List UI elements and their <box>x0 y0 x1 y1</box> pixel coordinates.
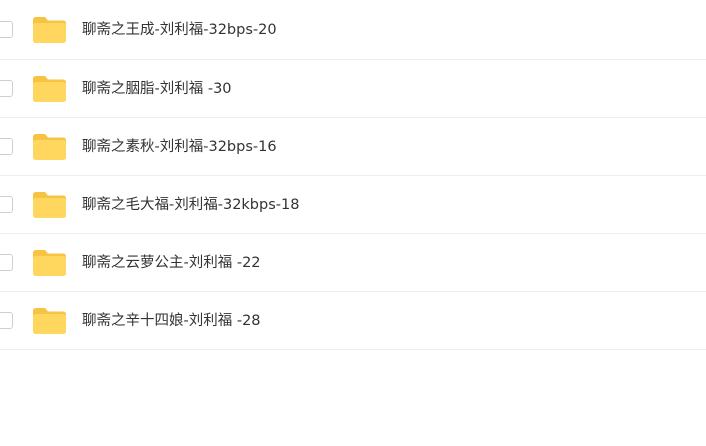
list-item[interactable]: 聊斋之素秋-刘利福-32bps-16 <box>0 118 706 176</box>
row-checkbox[interactable] <box>0 195 13 213</box>
file-name[interactable]: 聊斋之云萝公主-刘利福 -22 <box>82 254 261 272</box>
folder-icon <box>33 75 66 102</box>
list-item[interactable]: 聊斋之胭脂-刘利福 -30 <box>0 60 706 118</box>
row-checkbox[interactable] <box>0 137 13 155</box>
list-item[interactable]: 聊斋之毛大福-刘利福-32kbps-18 <box>0 176 706 234</box>
list-item[interactable]: 聊斋之王成-刘利福-32bps-20 <box>0 0 706 60</box>
list-item[interactable]: 聊斋之辛十四娘-刘利福 -28 <box>0 292 706 350</box>
folder-icon <box>33 249 66 276</box>
file-name[interactable]: 聊斋之毛大福-刘利福-32kbps-18 <box>82 196 299 214</box>
row-checkbox[interactable] <box>0 253 13 271</box>
file-list: 聊斋之王成-刘利福-32bps-20 聊斋之胭脂-刘利福 -30 聊斋之素秋-刘… <box>0 0 706 350</box>
file-name[interactable]: 聊斋之胭脂-刘利福 -30 <box>82 80 232 98</box>
folder-icon <box>33 16 66 43</box>
file-name[interactable]: 聊斋之辛十四娘-刘利福 -28 <box>82 312 261 330</box>
list-item[interactable]: 聊斋之云萝公主-刘利福 -22 <box>0 234 706 292</box>
folder-icon <box>33 191 66 218</box>
folder-icon <box>33 307 66 334</box>
file-name[interactable]: 聊斋之王成-刘利福-32bps-20 <box>82 21 277 39</box>
file-name[interactable]: 聊斋之素秋-刘利福-32bps-16 <box>82 138 277 156</box>
folder-icon <box>33 133 66 160</box>
row-checkbox[interactable] <box>0 311 13 329</box>
row-checkbox[interactable] <box>0 20 13 38</box>
row-checkbox[interactable] <box>0 79 13 97</box>
